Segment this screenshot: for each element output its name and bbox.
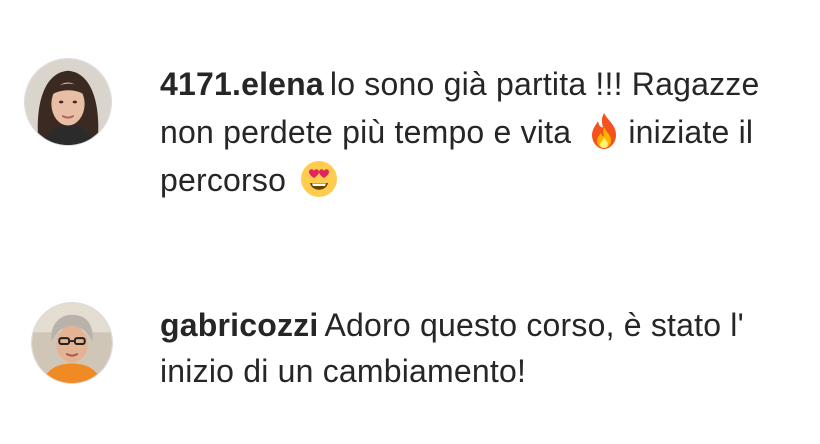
- avatar-photo-gabricozzi: [32, 303, 112, 383]
- avatar-photo-elena: [25, 59, 111, 145]
- heart-eyes-icon: [299, 159, 339, 199]
- comment-text: 4171.elena lo sono già partita !!! Ragazz…: [160, 60, 790, 204]
- avatar[interactable]: [31, 302, 113, 384]
- comment-text: gabricozzi Adoro questo corso, è stato l'…: [160, 302, 790, 394]
- avatar[interactable]: [24, 58, 112, 146]
- fire-icon: [584, 111, 624, 151]
- comment-username[interactable]: 4171.elena: [160, 66, 324, 102]
- comment-username[interactable]: gabricozzi: [160, 307, 318, 343]
